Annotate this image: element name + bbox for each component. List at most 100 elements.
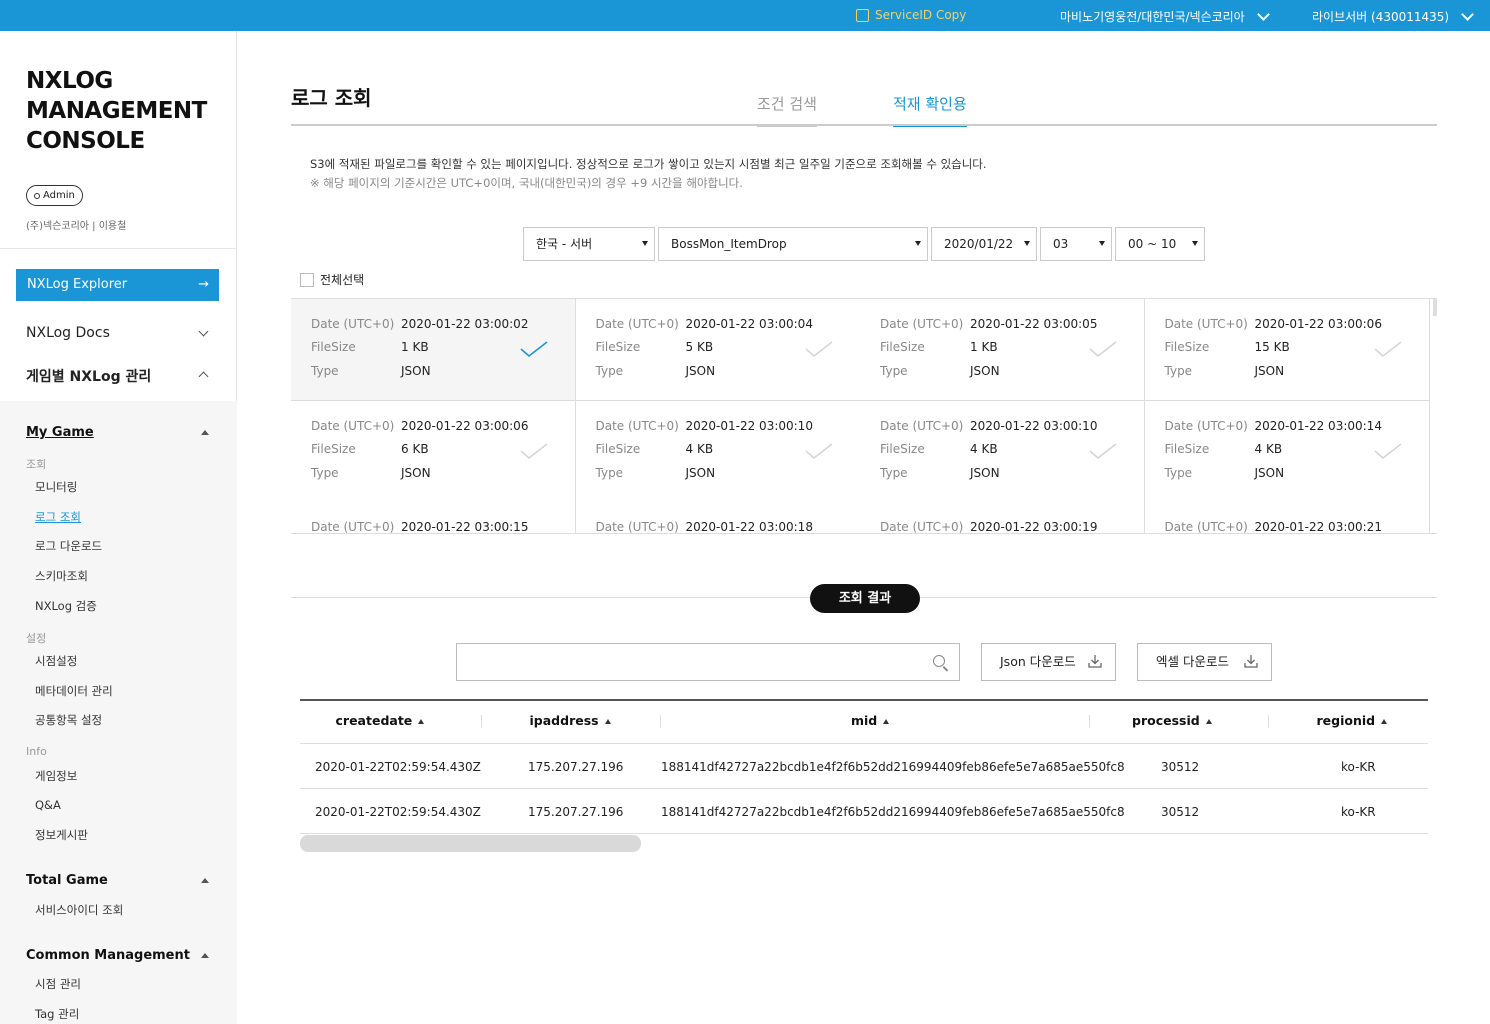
json-download-button[interactable]: Json 다운로드 <box>981 643 1116 681</box>
sidebar-item-game-info[interactable]: 게임정보 <box>35 768 77 784</box>
sort-icon[interactable] <box>1381 719 1388 724</box>
check-icon[interactable] <box>1373 442 1403 460</box>
column-separator[interactable] <box>481 715 482 728</box>
service-id-copy-button[interactable]: ServiceID Copy <box>856 8 966 22</box>
search-icon[interactable] <box>933 655 945 667</box>
file-card[interactable]: Date (UTC+0) 2020-01-22 03:00:02 FileSize 1… <box>291 299 576 401</box>
file-card[interactable]: Date (UTC+0) 2020-01-22 03:00:04 FileSize 5… <box>575 299 861 401</box>
sort-icon[interactable] <box>883 719 890 724</box>
file-card[interactable]: Date (UTC+0) 2020-01-22 03:00:05 FileSize 1… <box>860 299 1145 401</box>
card-field-key: FileSize <box>595 441 641 456</box>
column-separator[interactable] <box>1268 715 1269 728</box>
sidebar-item-schema[interactable]: 스키마조회 <box>35 568 88 584</box>
sidebar-item-board[interactable]: 정보게시판 <box>35 827 88 843</box>
server-select[interactable]: 라이브서버 (430011435) <box>1312 8 1474 25</box>
column-separator[interactable] <box>1089 715 1090 728</box>
result-search-input[interactable] <box>467 644 917 678</box>
sidebar-item-service-id[interactable]: 서비스아이디 조회 <box>35 902 123 918</box>
sidebar-item-log-query[interactable]: 로그 조회 <box>35 509 81 525</box>
group-label: Total Game <box>26 873 108 888</box>
caret-up-icon <box>201 878 209 883</box>
column-separator[interactable] <box>660 715 661 728</box>
column-header-mid[interactable]: mid <box>851 713 890 728</box>
column-header-processid[interactable]: processid <box>1132 713 1212 728</box>
button-label: Json 다운로드 <box>1000 654 1076 669</box>
game-select[interactable]: 마비노기영웅전/대한민국/넥슨코리아 <box>1060 8 1270 25</box>
log-select[interactable]: BossMon_ItemDrop <box>658 227 928 261</box>
select-all-checkbox[interactable] <box>300 272 314 287</box>
sort-icon[interactable] <box>604 719 611 724</box>
card-field-key: Date (UTC+0) <box>595 418 679 433</box>
tab-condition-search[interactable]: 조건 검색 <box>757 93 817 127</box>
card-field: Date (UTC+0) 2020-01-22 03:00:21 <box>1165 520 1382 533</box>
column-header-ipaddress[interactable]: ipaddress <box>530 713 611 728</box>
hour-select[interactable]: 03 <box>1040 227 1112 261</box>
column-header-label: ipaddress <box>529 713 599 728</box>
group-total-game[interactable]: Total Game <box>26 873 211 888</box>
card-field-key: Type <box>311 465 339 480</box>
region-select[interactable]: 한국 - 서버 <box>523 227 655 261</box>
table-cell: 2020-01-22T02:59:54.430Z <box>315 805 481 819</box>
check-icon[interactable] <box>519 442 549 460</box>
tab-load-check[interactable]: 적재 확인용 <box>893 93 967 127</box>
sort-icon[interactable] <box>418 719 425 724</box>
check-icon[interactable] <box>1373 340 1403 358</box>
file-card[interactable]: Date (UTC+0)2020-01-22 03:00:19FileSizeT… <box>860 502 1145 533</box>
divider <box>291 124 1437 126</box>
sidebar-item-point-management[interactable]: 시점 관리 <box>35 976 81 992</box>
group-my-game[interactable]: My Game <box>26 425 211 440</box>
check-icon[interactable] <box>1088 442 1118 460</box>
role-badge: Admin <box>26 185 83 206</box>
sort-icon[interactable] <box>1205 719 1212 724</box>
file-card[interactable]: Date (UTC+0) 2020-01-22 03:00:10 FileSize 4… <box>860 400 1145 503</box>
menu-nxlog-docs[interactable]: NXLog Docs <box>26 325 211 341</box>
file-card[interactable]: Date (UTC+0) 2020-01-22 03:00:06 FileSize 6… <box>291 400 576 503</box>
card-field-value: 6 KB <box>401 441 429 456</box>
card-field-value: 2020-01-22 03:00:15 <box>401 520 529 534</box>
horizontal-scrollbar[interactable] <box>300 835 641 852</box>
card-field: Type JSON <box>1165 364 1285 378</box>
file-card[interactable]: Date (UTC+0) 2020-01-22 03:00:14 FileSize 4… <box>1144 400 1430 503</box>
check-icon[interactable] <box>804 340 834 358</box>
file-card[interactable]: Date (UTC+0) 2020-01-22 03:00:10 FileSize 4… <box>575 400 861 503</box>
card-field: FileSize 15 KB <box>1165 340 1290 354</box>
sidebar-item-nxlog-verify[interactable]: NXLog 검증 <box>35 598 97 614</box>
check-icon[interactable] <box>519 340 549 358</box>
card-field-key: Date (UTC+0) <box>880 317 964 331</box>
server-select-label: 라이브서버 (430011435) <box>1312 10 1450 24</box>
card-field-key: FileSize <box>311 441 356 456</box>
sidebar-item-metadata[interactable]: 메타데이터 관리 <box>35 683 113 699</box>
sidebar-item-monitoring[interactable]: 모니터링 <box>35 479 77 495</box>
sidebar-item-qa[interactable]: Q&A <box>35 798 61 812</box>
menu-label: NXLog Docs <box>26 325 110 341</box>
file-card[interactable]: Date (UTC+0) 2020-01-22 03:00:06 FileSize 1… <box>1144 299 1430 401</box>
caret-down-icon <box>1024 241 1030 246</box>
section-label: 설정 <box>26 632 47 645</box>
vertical-scrollbar[interactable] <box>1433 298 1437 316</box>
column-header-regionid[interactable]: regionid <box>1317 713 1388 728</box>
date-select[interactable]: 2020/01/22 <box>931 227 1037 261</box>
card-field-value: 4 KB <box>970 441 998 456</box>
file-card[interactable]: Date (UTC+0)2020-01-22 03:00:15FileSizeT… <box>291 502 576 534</box>
result-search[interactable] <box>456 643 960 681</box>
group-common-management[interactable]: Common Management <box>26 948 211 963</box>
sidebar-item-point-settings[interactable]: 시점설정 <box>35 653 77 669</box>
nxlog-explorer-button[interactable]: NXLog Explorer → <box>16 269 219 301</box>
minute-select[interactable]: 00 ~ 10 <box>1115 227 1205 261</box>
sidebar-item-common-items[interactable]: 공통항목 설정 <box>35 712 102 728</box>
column-header-createdate[interactable]: createdate <box>336 713 425 728</box>
menu-game-nxlog-management[interactable]: 게임별 NXLog 관리 <box>26 366 211 386</box>
sidebar-item-tag-management[interactable]: Tag 관리 <box>35 1006 79 1022</box>
card-field-value: JSON <box>970 364 1000 378</box>
excel-download-button[interactable]: 엑셀 다운로드 <box>1137 643 1272 681</box>
card-field-value: 2020-01-22 03:00:04 <box>685 317 813 331</box>
file-card[interactable]: Date (UTC+0)2020-01-22 03:00:18FileSizeT… <box>575 502 861 533</box>
column-header-label: mid <box>851 713 878 728</box>
sidebar-item-log-download[interactable]: 로그 다운로드 <box>35 538 102 554</box>
card-field-value: 2020-01-22 03:00:02 <box>401 317 529 331</box>
check-icon[interactable] <box>804 442 834 460</box>
check-icon[interactable] <box>1088 340 1118 358</box>
file-card[interactable]: Date (UTC+0)2020-01-22 03:00:21FileSizeT… <box>1144 502 1430 533</box>
select-all[interactable]: 전체선택 <box>300 271 364 288</box>
card-field: FileSize 5 KB <box>596 340 714 354</box>
